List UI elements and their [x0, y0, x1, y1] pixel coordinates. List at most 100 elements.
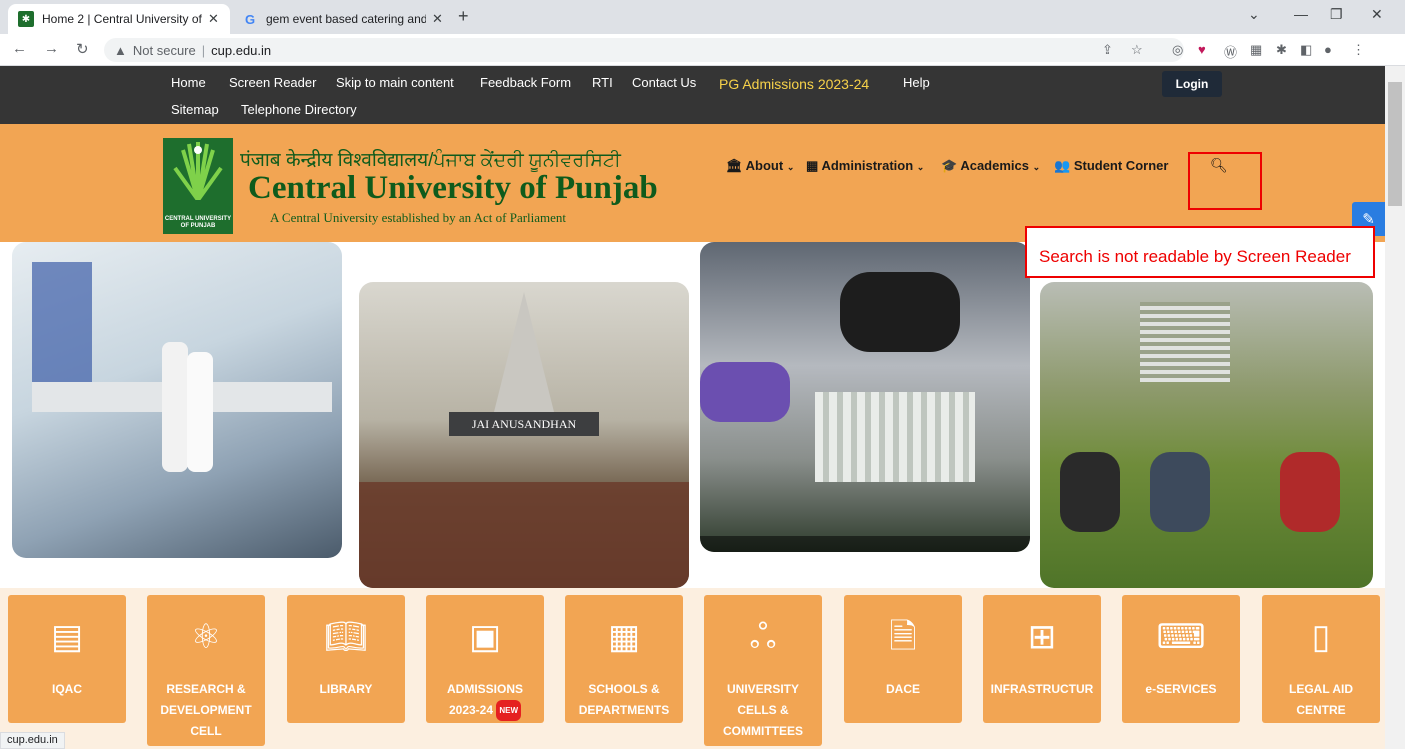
tile-label: LEGAL AID: [1288, 682, 1353, 696]
tile-dace[interactable]: 🗎 DACE: [844, 595, 962, 723]
tile-label: CELLS &: [737, 703, 789, 717]
photo-gallery: JAI ANUSANDHAN: [0, 242, 1385, 588]
browser-tab-strip: ✱ Home 2 | Central University of Pu ✕ G …: [0, 0, 1405, 34]
close-window-icon[interactable]: ✕: [1371, 6, 1383, 23]
university-name: Central University of Punjab: [248, 170, 658, 206]
nav-student-corner[interactable]: 👥 Student Corner: [1054, 158, 1168, 174]
profile-avatar-icon[interactable]: ●: [1324, 42, 1332, 57]
tile-university-cells[interactable]: ஃ UNIVERSITY CELLS & COMMITTEES: [704, 595, 822, 746]
tile-label: 2023-24: [448, 703, 494, 717]
extension-icon[interactable]: ◎: [1172, 42, 1183, 58]
tile-admissions[interactable]: ▣ ADMISSIONS 2023-24 NEW: [426, 595, 544, 723]
link-help[interactable]: Help: [903, 75, 930, 90]
users-icon: 👥: [1054, 158, 1071, 173]
tile-schools-departments[interactable]: ▦ SCHOOLS & DEPARTMENTS: [565, 595, 683, 723]
book-icon: 📖︎: [324, 618, 368, 656]
reload-icon[interactable]: ↻: [76, 40, 89, 58]
nav-administration[interactable]: ▦ Administration ⌄: [806, 158, 924, 174]
tab-search[interactable]: G gem event based catering and d ✕: [232, 4, 454, 34]
minimize-icon[interactable]: —: [1294, 6, 1308, 22]
university-logo[interactable]: CENTRAL UNIVERSITY OF PUNJAB: [163, 138, 233, 234]
login-button[interactable]: Login: [1162, 71, 1222, 97]
tile-label: DACE: [885, 682, 920, 696]
institution-icon: 🏛: [726, 158, 743, 173]
close-tab-icon[interactable]: ✕: [208, 11, 219, 27]
tile-label: LIBRARY: [319, 682, 373, 696]
search-highlight-box: [1188, 152, 1262, 210]
site-header: CENTRAL UNIVERSITY OF PUNJAB पंजाब केन्द…: [0, 124, 1385, 242]
nav-academics-label: Academics: [960, 158, 1029, 173]
photo-laboratory: [12, 242, 342, 558]
chevron-down-icon: ⌄: [916, 162, 925, 172]
tile-legal-aid[interactable]: ▯ LEGAL AID CENTRE: [1262, 595, 1380, 723]
browser-menu-icon[interactable]: ⋮: [1352, 42, 1365, 58]
annotation-box: Search is not readable by Screen Reader: [1025, 226, 1375, 278]
university-tagline: A Central University established by an A…: [270, 210, 567, 225]
close-tab-icon[interactable]: ✕: [432, 11, 443, 27]
building-icon: ▦: [607, 618, 641, 656]
notebook-icon: ▯: [1311, 618, 1331, 656]
extension-heart-icon[interactable]: ♥: [1198, 42, 1206, 57]
tile-label: SCHOOLS &: [588, 682, 660, 696]
link-contact-us[interactable]: Contact Us: [632, 75, 696, 90]
bookmark-star-icon[interactable]: ☆: [1131, 42, 1143, 58]
extension-grid-icon[interactable]: ▦: [1250, 42, 1262, 58]
tile-label: UNIVERSITY: [726, 682, 799, 696]
tile-e-services[interactable]: ⌨ e-SERVICES: [1122, 595, 1240, 723]
share-icon[interactable]: ⇪: [1102, 42, 1113, 58]
link-sitemap[interactable]: Sitemap: [171, 102, 219, 117]
link-rti[interactable]: RTI: [592, 75, 613, 90]
link-home[interactable]: Home: [171, 75, 206, 90]
tab-title: Home 2 | Central University of Pu: [42, 12, 202, 26]
restore-icon[interactable]: ❐: [1330, 6, 1343, 23]
forward-icon[interactable]: →: [44, 40, 59, 57]
link-pg-admissions[interactable]: PG Admissions 2023-24: [719, 76, 869, 92]
link-screen-reader[interactable]: Screen Reader: [229, 75, 316, 90]
tile-research-development[interactable]: ⚛ RESEARCH & DEVELOPMENT CELL: [147, 595, 265, 746]
laptop-icon: ⌨: [1156, 618, 1206, 656]
page-scrollbar[interactable]: [1385, 66, 1405, 749]
security-label: Not secure: [132, 42, 196, 58]
admission-icon: ▣: [468, 618, 502, 656]
status-bar: cup.edu.in: [0, 732, 65, 749]
chevron-down-icon: ⌄: [786, 162, 795, 172]
file-icon: 🗎: [889, 618, 917, 656]
link-telephone-directory[interactable]: Telephone Directory: [241, 102, 357, 117]
tile-library[interactable]: 📖︎ LIBRARY: [287, 595, 405, 723]
tab-home[interactable]: ✱ Home 2 | Central University of Pu ✕: [8, 4, 230, 34]
photo-campus-lawn: [1040, 282, 1373, 588]
extension-w-icon[interactable]: Ⓦ: [1224, 42, 1237, 61]
tab-search-menu-icon[interactable]: ⌄: [1248, 6, 1260, 23]
nav-about-label: About: [745, 158, 784, 173]
logo-text: CENTRAL UNIVERSITY OF PUNJAB: [164, 216, 232, 229]
extensions-puzzle-icon[interactable]: ✱: [1276, 42, 1287, 58]
browser-toolbar: ← → ↻ ▲ Not secure | cup.edu.in ⇪ ☆ ◎ ♥ …: [0, 34, 1405, 66]
tile-label: DEVELOPMENT: [160, 703, 252, 717]
back-icon[interactable]: ←: [12, 40, 27, 57]
address-bar[interactable]: ▲ Not secure | cup.edu.in: [104, 38, 1184, 62]
tab-title: gem event based catering and d: [266, 12, 426, 26]
chevron-down-icon: ⌄: [1032, 162, 1041, 172]
photo-students-jai-anusandhan: JAI ANUSANDHAN: [359, 282, 689, 588]
google-icon: G: [244, 11, 256, 27]
tile-label: CENTRE: [1296, 703, 1346, 717]
scrollbar-thumb[interactable]: [1388, 82, 1402, 206]
tile-infrastructure[interactable]: ⊞ INFRASTRUCTUR: [983, 595, 1101, 723]
aloe-plant-icon: [173, 142, 223, 200]
link-feedback-form[interactable]: Feedback Form: [480, 75, 571, 90]
nav-about[interactable]: 🏛 About ⌄: [726, 158, 794, 174]
annotation-text: Search is not readable by Screen Reader: [1039, 247, 1351, 266]
link-skip-to-main[interactable]: Skip to main content: [336, 75, 454, 90]
people-icon: ஃ: [749, 618, 777, 656]
new-tab-icon[interactable]: +: [458, 6, 469, 27]
tile-label: IQAC: [52, 682, 82, 696]
nav-academics[interactable]: 🎓 Academics ⌄: [941, 158, 1040, 174]
url-host: cup.edu.in: [211, 42, 272, 58]
tile-label: COMMITTEES: [723, 724, 803, 738]
building-icon: ▦: [806, 158, 819, 173]
tile-label: RESEARCH &: [166, 682, 246, 696]
nav-student-corner-label: Student Corner: [1073, 158, 1169, 173]
tile-iqac[interactable]: ▤ IQAC: [8, 595, 126, 723]
tile-label: ADMISSIONS: [446, 682, 523, 696]
side-panel-icon[interactable]: ◧: [1300, 42, 1312, 58]
